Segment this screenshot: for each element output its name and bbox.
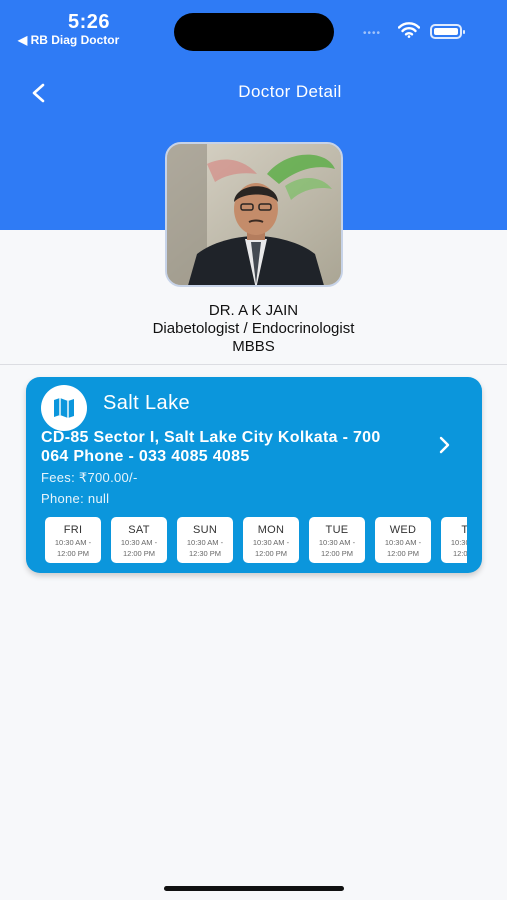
schedule-day-fri[interactable]: FRI 10:30 AM - 12:00 PM (45, 517, 101, 563)
day-time-end: 12:00 PM (56, 549, 90, 558)
signal-icon: •••• (363, 28, 382, 39)
schedule-day-thu[interactable]: TH 10:30 AM - 12:00 PM (441, 517, 467, 563)
doctor-degree: MBBS (232, 338, 275, 355)
page-title: Doctor Detail (238, 82, 342, 101)
day-time-start: 10:30 AM - (450, 538, 467, 547)
schedule-day-mon[interactable]: MON 10:30 AM - 12:00 PM (243, 517, 299, 563)
doctor-specialty: Diabetologist / Endocrinologist (152, 320, 355, 337)
day-time-start: 10:30 AM - (186, 538, 224, 547)
schedule-day-sat[interactable]: SAT 10:30 AM - 12:00 PM (111, 517, 167, 563)
back-to-app-link[interactable]: ◀ RB Diag Doctor (18, 33, 119, 47)
dynamic-island (174, 13, 334, 51)
schedule-day-tue[interactable]: TUE 10:30 AM - 12:00 PM (309, 517, 365, 563)
day-name: FRI (63, 524, 83, 536)
schedule-day-wed[interactable]: WED 10:30 AM - 12:00 PM (375, 517, 431, 563)
doctor-photo (165, 142, 343, 287)
day-name: MON (257, 524, 285, 536)
clinic-phone: Phone: null (41, 491, 110, 506)
wifi-icon (398, 22, 420, 38)
clinic-card[interactable]: Salt Lake CD-85 Sector I, Salt Lake City… (26, 377, 482, 573)
doctor-name: DR. A K JAIN (208, 302, 299, 319)
map-icon (54, 398, 74, 418)
status-time: 5:26 (68, 11, 111, 33)
day-time-end: 12:00 PM (320, 549, 354, 558)
day-name: TH (461, 524, 467, 536)
day-name: TUE (325, 524, 349, 536)
divider (0, 364, 507, 365)
day-time-end: 12:00 PM (254, 549, 288, 558)
day-time-start: 10:30 AM - (252, 538, 290, 547)
clinic-fees: Fees: ₹700.00/- (41, 470, 138, 485)
day-time-end: 12:00 PM (122, 549, 156, 558)
day-time-start: 10:30 AM - (318, 538, 356, 547)
day-name: SUN (192, 524, 218, 536)
schedule-day-sun[interactable]: SUN 10:30 AM - 12:30 PM (177, 517, 233, 563)
battery-icon (430, 24, 465, 39)
doctor-info: DR. A K JAIN Diabetologist / Endocrinolo… (0, 302, 507, 356)
status-bar: 5:26 ◀ RB Diag Doctor •••• (0, 0, 507, 51)
clinic-name: Salt Lake (103, 392, 190, 414)
day-time-start: 10:30 AM - (120, 538, 158, 547)
day-time-start: 10:30 AM - (384, 538, 422, 547)
day-time-start: 10:30 AM - (54, 538, 92, 547)
schedule-list[interactable]: FRI 10:30 AM - 12:00 PM SAT 10:30 AM - 1… (45, 517, 467, 563)
map-icon-badge (41, 385, 87, 431)
clinic-address: CD-85 Sector I, Salt Lake City Kolkata -… (41, 429, 381, 465)
home-indicator[interactable] (164, 886, 344, 891)
day-time-end: 12:00 PM (452, 549, 467, 558)
day-name: SAT (128, 524, 150, 536)
chevron-right-icon[interactable] (436, 435, 452, 455)
day-time-end: 12:00 PM (386, 549, 420, 558)
day-name: WED (389, 524, 417, 536)
day-time-end: 12:30 PM (188, 549, 222, 558)
